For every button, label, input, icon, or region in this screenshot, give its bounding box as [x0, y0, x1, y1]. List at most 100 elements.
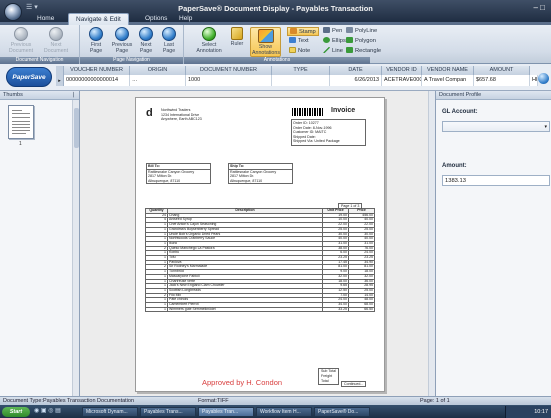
index-grid: PaperSave ▸ VOUCHER NUMBER ORIGIN DOCUME…	[0, 64, 551, 91]
taskbar-item[interactable]: Workflow Item H...	[256, 407, 312, 417]
header-document-number[interactable]: DOCUMENT NUMBER	[186, 66, 272, 75]
next-document-label: Next Document	[43, 42, 69, 54]
header-origin[interactable]: ORIGIN	[130, 66, 186, 75]
info-icon[interactable]	[538, 73, 549, 84]
gl-account-label: GL Account:	[442, 109, 478, 115]
barcode-icon	[292, 108, 324, 116]
approval-stamp[interactable]: Approved by H. Condon	[202, 378, 282, 387]
cell-type[interactable]	[272, 75, 330, 86]
pen-label: Pen	[332, 28, 343, 34]
amount-field[interactable]: 1383.13	[442, 175, 550, 186]
amount-label: Amount:	[442, 163, 467, 169]
previous-document-button[interactable]: Previous Document	[6, 27, 36, 54]
invoice-items-body: 24 Chang 19.00 456.00 4 Aniseed Syrup 10.00 40.…	[145, 212, 375, 313]
taskbar-item[interactable]: Microsoft Dynam...	[82, 407, 138, 417]
tab-options[interactable]: Options	[138, 13, 174, 25]
cell-date[interactable]: 6/26/2013	[330, 75, 382, 86]
thumbnails-header: Thumbs ❘	[0, 91, 79, 100]
clock[interactable]: 10:17	[534, 407, 548, 417]
text-tool[interactable]: Text	[289, 37, 309, 44]
note-tool[interactable]: Note	[289, 47, 310, 54]
text-icon	[289, 37, 296, 43]
window-controls[interactable]: – □	[533, 3, 545, 12]
tab-navigate-edit[interactable]: Navigate & Edit	[68, 13, 129, 25]
ribbon-panel: Previous Document Next Document Document…	[0, 25, 551, 64]
row-selector[interactable]: ▸	[56, 66, 64, 86]
bill-to-box: Bill To: Rattlesnake Canyon Grocery 2817…	[146, 163, 211, 184]
scroll-thumb[interactable]	[74, 108, 79, 148]
invoice-items-table: Quantity Description Unit Price Price 24…	[145, 208, 375, 313]
checkmark-icon	[202, 27, 216, 41]
first-page-label: First Page	[89, 42, 103, 54]
polygon-tool[interactable]: Polygon	[346, 37, 376, 44]
item-quantity: 1	[145, 306, 168, 313]
gl-account-dropdown[interactable]: ▾	[442, 121, 550, 132]
quick-launch-icons[interactable]: ◉ ▣ ◎ ▤	[34, 407, 61, 414]
previous-page-icon	[115, 27, 129, 41]
invoice-meta: Order ID: 10277 Order Date: 8-Nov-1996 C…	[291, 119, 366, 146]
company-address: Northwind Traders 1234 International Dri…	[161, 108, 202, 122]
cell-extra[interactable]: HI	[530, 75, 538, 86]
cell-document-number[interactable]: 1000	[186, 75, 272, 86]
cell-amount[interactable]: $657.68	[474, 75, 530, 86]
papersave-logo: PaperSave	[6, 67, 52, 87]
page-thumbnail[interactable]	[8, 105, 34, 139]
polyline-tool[interactable]: PolyLine	[346, 27, 377, 34]
select-annotation-button[interactable]: Select Annotation	[194, 27, 224, 54]
cell-voucher-number[interactable]: 00000000000000014	[64, 75, 130, 86]
last-page-button[interactable]: Last Page	[159, 27, 179, 54]
stamp-label: Stamp	[299, 29, 316, 35]
document-viewer[interactable]: d Northwind Traders 1234 International D…	[80, 91, 435, 396]
cell-vendor-id[interactable]: ACETRAVE0001	[382, 75, 422, 86]
page-navigation-label: Page Navigation	[80, 57, 183, 64]
invoice-page: d Northwind Traders 1234 International D…	[135, 97, 385, 392]
cell-vendor-name[interactable]: A Travel Compan	[422, 75, 474, 86]
tab-home[interactable]: Home	[30, 13, 61, 25]
rectangle-label: Rectangle	[355, 48, 382, 54]
select-annotation-label: Select Annotation	[196, 42, 222, 54]
previous-page-label: Previous Page	[111, 42, 133, 54]
status-bar: Document Type:Payables Transaction Docum…	[0, 396, 551, 405]
next-document-button[interactable]: Next Document	[40, 27, 72, 54]
annotations-icon	[257, 29, 274, 43]
rectangle-icon	[346, 47, 353, 53]
continued-box: Continued...	[341, 381, 367, 387]
header-vendor-id[interactable]: VENDOR ID	[382, 66, 422, 75]
start-button[interactable]: Start	[2, 407, 30, 417]
viewer-scrollbar[interactable]	[428, 91, 435, 396]
header-vendor-name[interactable]: VENDOR NAME	[422, 66, 474, 75]
rectangle-tool[interactable]: Rectangle	[346, 47, 381, 54]
document-profile-pane: Document Profile GL Account: ▾ Amount: 1…	[435, 91, 551, 396]
tab-help[interactable]: Help	[172, 13, 199, 25]
cell-origin[interactable]: …	[130, 75, 186, 86]
pen-tool[interactable]: Pen	[323, 27, 342, 34]
show-annotations-button[interactable]: Show Annotations	[250, 27, 281, 57]
previous-document-label: Previous Document	[8, 42, 34, 54]
ruler-label: Ruler	[230, 41, 244, 47]
header-type[interactable]: TYPE	[272, 66, 330, 75]
ruler-button[interactable]: Ruler	[228, 27, 246, 47]
meta-line: Shipped Via: United Package	[293, 139, 340, 143]
previous-page-button[interactable]: Previous Page	[110, 27, 134, 54]
ruler-icon	[231, 27, 243, 40]
taskbar-item[interactable]: PaperSave® Do...	[314, 407, 370, 417]
show-annotations-label: Show Annotations	[252, 44, 280, 56]
item-description: Wimmers gute Semmelknödel	[167, 306, 323, 313]
header-voucher-number[interactable]: VOUCHER NUMBER	[64, 66, 130, 75]
text-label: Text	[298, 38, 309, 44]
thumbnails-scrollbar[interactable]	[72, 100, 79, 396]
taskbar-item-active[interactable]: Payables Tran...	[198, 407, 254, 417]
page-navigation-group: First Page Previous Page Next Page Last …	[80, 25, 184, 64]
stamp-icon	[290, 28, 297, 34]
stamp-tool[interactable]: Stamp	[287, 27, 319, 36]
window-title: PaperSave® Document Display - Payables T…	[178, 4, 373, 13]
taskbar-item[interactable]: Payables Trans...	[140, 407, 196, 417]
first-page-icon	[89, 27, 103, 41]
pin-icon[interactable]: ❘	[71, 91, 76, 100]
status-format: Format:TIFF	[198, 398, 229, 404]
header-date[interactable]: DATE	[330, 66, 382, 75]
line-tool[interactable]: Line	[323, 47, 343, 54]
next-page-button[interactable]: Next Page	[136, 27, 156, 54]
first-page-button[interactable]: First Page	[86, 27, 106, 54]
header-amount[interactable]: AMOUNT	[474, 66, 530, 75]
